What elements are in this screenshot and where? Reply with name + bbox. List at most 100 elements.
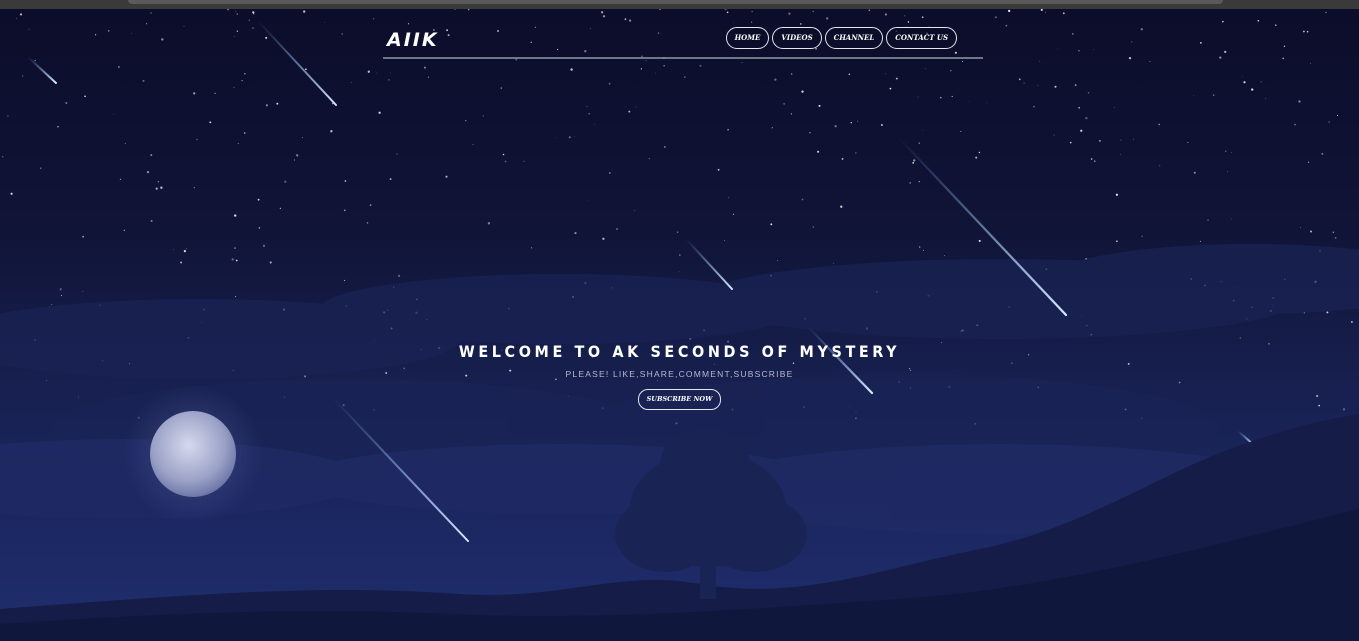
star [770, 223, 773, 226]
star [1332, 231, 1335, 234]
star [269, 261, 272, 264]
star [1159, 165, 1161, 167]
star [1018, 78, 1021, 81]
star [978, 239, 981, 242]
star [1008, 10, 1011, 13]
star [1298, 100, 1301, 103]
star [1222, 20, 1224, 23]
star [467, 9, 470, 11]
star [341, 33, 344, 35]
hero-text-block: WELCOME TO AK SECONDS OF MYSTERY PLEASE!… [0, 342, 1359, 410]
star [895, 77, 898, 80]
star [912, 162, 915, 164]
star [233, 86, 235, 88]
hero-headline: WELCOME TO AK SECONDS OF MYSTERY [458, 342, 901, 361]
star [1207, 219, 1209, 221]
star [51, 303, 53, 305]
star [1078, 49, 1080, 52]
star [343, 209, 346, 212]
star [350, 82, 352, 83]
star [344, 180, 347, 182]
star [1303, 30, 1305, 33]
star [774, 78, 777, 81]
subscribe-now-button[interactable]: SUBSCRIBE NOW [637, 389, 722, 410]
star [214, 92, 216, 95]
star [244, 73, 246, 75]
horizontal-scrollbar[interactable] [128, 0, 1223, 4]
star [234, 214, 237, 217]
star [1243, 81, 1246, 84]
star [608, 172, 611, 174]
star [1085, 116, 1088, 120]
star [1310, 230, 1312, 233]
star [161, 187, 163, 189]
star [236, 13, 238, 15]
star [568, 136, 571, 139]
star [183, 25, 185, 27]
star [482, 115, 484, 117]
star [123, 229, 125, 232]
star [664, 146, 666, 148]
star [924, 68, 926, 70]
star [22, 75, 24, 77]
star [726, 11, 729, 14]
star [119, 178, 122, 181]
star [855, 152, 857, 154]
star [801, 90, 804, 93]
star [840, 205, 843, 208]
star [237, 142, 239, 144]
night-sky-illustration [0, 9, 1359, 641]
star [1039, 60, 1041, 62]
star [344, 279, 346, 281]
star [487, 222, 491, 225]
star [185, 248, 187, 250]
star [699, 64, 702, 67]
star [907, 21, 910, 23]
star [34, 59, 36, 62]
star [1306, 30, 1309, 33]
star [1074, 84, 1077, 87]
star [728, 197, 730, 199]
star [82, 290, 84, 292]
star [65, 101, 68, 105]
star [1072, 33, 1074, 35]
star [917, 96, 919, 98]
star [986, 102, 988, 104]
star [628, 110, 631, 113]
star [1140, 28, 1143, 31]
star [1294, 123, 1296, 126]
star [616, 228, 618, 230]
star [790, 73, 793, 75]
nav-videos-button[interactable]: VIDEOS [772, 27, 822, 49]
star [124, 142, 126, 144]
star [1128, 56, 1132, 60]
star [252, 27, 254, 29]
star [454, 9, 456, 11]
star [1282, 57, 1285, 60]
star [818, 104, 821, 107]
star [922, 249, 924, 251]
star [880, 123, 883, 127]
star [588, 199, 590, 201]
star [262, 244, 266, 247]
star [465, 119, 467, 122]
star [1265, 98, 1267, 100]
nav-home-button[interactable]: HOME [725, 27, 770, 49]
star [248, 19, 250, 21]
star [150, 154, 153, 157]
nav-contact-button[interactable]: CONTACT US [886, 27, 957, 49]
nav-channel-button[interactable]: CHANNEL [824, 27, 884, 49]
star [1078, 106, 1081, 109]
top-navigation: AIIK HOME VIDEOS CHANNEL CONTACT US [383, 25, 983, 59]
star [390, 72, 391, 74]
star [1158, 123, 1160, 126]
star [1224, 150, 1227, 153]
star [131, 32, 133, 34]
star [142, 79, 145, 82]
star [921, 16, 924, 19]
star [751, 10, 753, 13]
star [1149, 61, 1151, 63]
star [727, 128, 729, 131]
star [1212, 94, 1215, 96]
site-logo[interactable]: AIIK [387, 29, 439, 51]
